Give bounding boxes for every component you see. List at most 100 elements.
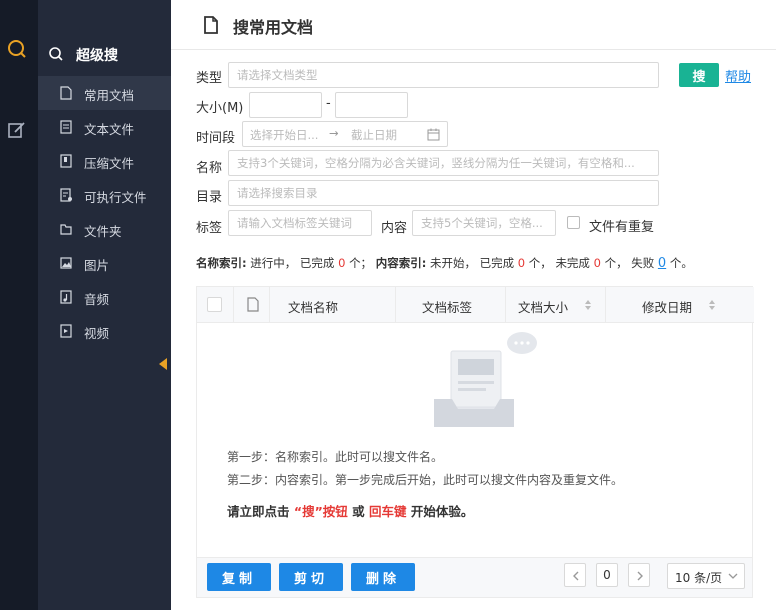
app-icon-bar (0, 0, 38, 610)
date-range-picker[interactable]: 选择开始日... → 截止日期 (242, 121, 448, 147)
directory-select[interactable] (228, 180, 659, 206)
empty-inbox-icon (434, 332, 537, 427)
sidebar-item-label: 文本文件 (84, 122, 135, 137)
content-done-count: 0 (517, 256, 526, 270)
done-prefix: 已完成 (479, 256, 515, 270)
sidebar-item-label: 文件夹 (84, 224, 122, 239)
start-date-placeholder: 选择开始日... (250, 128, 319, 142)
sidebar-item-executables[interactable]: 可执行文件 (38, 178, 171, 212)
document-icon (60, 86, 72, 100)
column-header: 文档标签 (422, 300, 473, 315)
sidebar-item-images[interactable]: 图片 (38, 246, 171, 280)
range-arrow: → (329, 126, 339, 140)
column-size[interactable]: 文档大小 (505, 287, 605, 323)
page-size-select[interactable]: 10 条/页 (667, 563, 745, 589)
sidebar-item-folders[interactable]: 文件夹 (38, 212, 171, 246)
sidebar-item-audio[interactable]: 音频 (38, 280, 171, 314)
file-icon (247, 297, 259, 312)
select-all-checkbox[interactable] (207, 297, 222, 312)
name-index-label: 名称索引: (196, 256, 247, 270)
tag-input[interactable] (228, 210, 372, 236)
sidebar-header: 超级搜 (38, 34, 171, 74)
edit-icon[interactable] (6, 119, 28, 141)
results-table: 文档名称 文档标签 文档大小 修改日期 第一步：名称索引。此时可以搜文件名。 第… (196, 286, 754, 558)
name-done-count: 0 (338, 256, 346, 270)
content-input[interactable] (412, 210, 556, 236)
cta-search: “搜”按钮 (293, 504, 348, 519)
size-max-input[interactable] (335, 92, 408, 118)
current-page[interactable]: 0 (596, 563, 618, 587)
sidebar-item-label: 可执行文件 (84, 190, 147, 205)
collapse-sidebar-icon[interactable] (159, 358, 167, 370)
sidebar-item-video[interactable]: 视频 (38, 314, 171, 348)
calendar-icon (427, 128, 440, 141)
column-modified[interactable]: 修改日期 (605, 287, 754, 323)
call-to-action: 请立即点击 “搜”按钮 或 回车键 开始体验。 (227, 501, 473, 520)
undone-prefix: 未完成 (555, 256, 590, 270)
sidebar-item-label: 图片 (84, 258, 110, 273)
title-bar: 搜常用文档 (171, 0, 776, 50)
size-separator: - (326, 96, 331, 111)
cta-enter: 回车键 (369, 504, 407, 519)
sidebar: 超级搜 常用文档 文本文件 压缩文件 可执行文件 文件夹 图片 音频 视频 (38, 0, 171, 610)
page-size-value: 10 条/页 (675, 571, 723, 585)
name-input[interactable] (228, 150, 659, 176)
type-label: 类型 (196, 71, 223, 86)
fail-prefix: 失败 (631, 256, 655, 270)
cut-button[interactable]: 剪切 (279, 563, 343, 591)
search-icon (49, 47, 63, 61)
copy-button[interactable]: 复制 (207, 563, 271, 591)
unit: 个， (528, 256, 552, 270)
done-prefix: 已完成 (299, 256, 335, 270)
prev-page-button[interactable] (564, 563, 586, 587)
size-label: 大小(M) (196, 101, 244, 116)
name-label: 名称 (196, 161, 223, 176)
cta-or: 或 (352, 504, 365, 519)
page-title: 搜常用文档 (233, 18, 314, 37)
unit-separator: 个； (349, 256, 373, 270)
chevron-left-icon (573, 571, 579, 581)
duplicate-checkbox[interactable] (567, 216, 580, 229)
next-page-button[interactable] (628, 563, 650, 587)
undone-count: 0 (593, 256, 601, 270)
sidebar-item-label: 常用文档 (84, 88, 135, 103)
search-button[interactable]: 搜 (679, 63, 719, 87)
video-icon (60, 324, 72, 338)
content-index-state: 未开始， (429, 256, 476, 270)
tag-label: 标签 (196, 221, 223, 236)
file-type-column (233, 287, 269, 323)
image-icon (60, 257, 72, 269)
main-panel: 搜常用文档 类型 搜 帮助 大小(M) - 时间段 选择开始日... → 截止日… (171, 0, 776, 610)
column-header: 文档大小 (518, 300, 569, 315)
sort-icon[interactable] (584, 299, 592, 311)
folder-icon (60, 224, 72, 235)
sidebar-item-text-files[interactable]: 文本文件 (38, 110, 171, 144)
name-index-state: 进行中， (250, 256, 297, 270)
search-app-icon[interactable] (6, 38, 28, 60)
sidebar-title: 超级搜 (76, 48, 118, 64)
document-icon (204, 16, 218, 34)
type-select[interactable] (228, 62, 659, 88)
end-date-placeholder: 截止日期 (351, 128, 397, 142)
column-name[interactable]: 文档名称 (269, 287, 395, 323)
sidebar-item-archives[interactable]: 压缩文件 (38, 144, 171, 178)
sort-icon[interactable] (708, 299, 716, 311)
help-link[interactable]: 帮助 (725, 66, 751, 85)
size-min-input[interactable] (249, 92, 322, 118)
sidebar-item-label: 压缩文件 (84, 156, 135, 171)
column-tag[interactable]: 文档标签 (395, 287, 505, 323)
executable-icon (60, 188, 72, 202)
fail-count[interactable]: 0 (658, 256, 666, 271)
content-index-label: 内容索引: (375, 256, 427, 270)
sidebar-item-label: 音频 (84, 292, 110, 307)
audio-icon (60, 290, 72, 304)
sidebar-item-label: 视频 (84, 326, 110, 341)
delete-button[interactable]: 删除 (351, 563, 415, 591)
text-file-icon (60, 120, 72, 134)
cta-prefix: 请立即点击 (227, 504, 290, 519)
sidebar-item-common-docs[interactable]: 常用文档 (38, 76, 171, 110)
chevron-right-icon (637, 571, 643, 581)
table-footer: 复制 剪切 删除 0 10 条/页 (196, 558, 753, 598)
unit: 个， (604, 256, 628, 270)
archive-icon (60, 154, 72, 168)
